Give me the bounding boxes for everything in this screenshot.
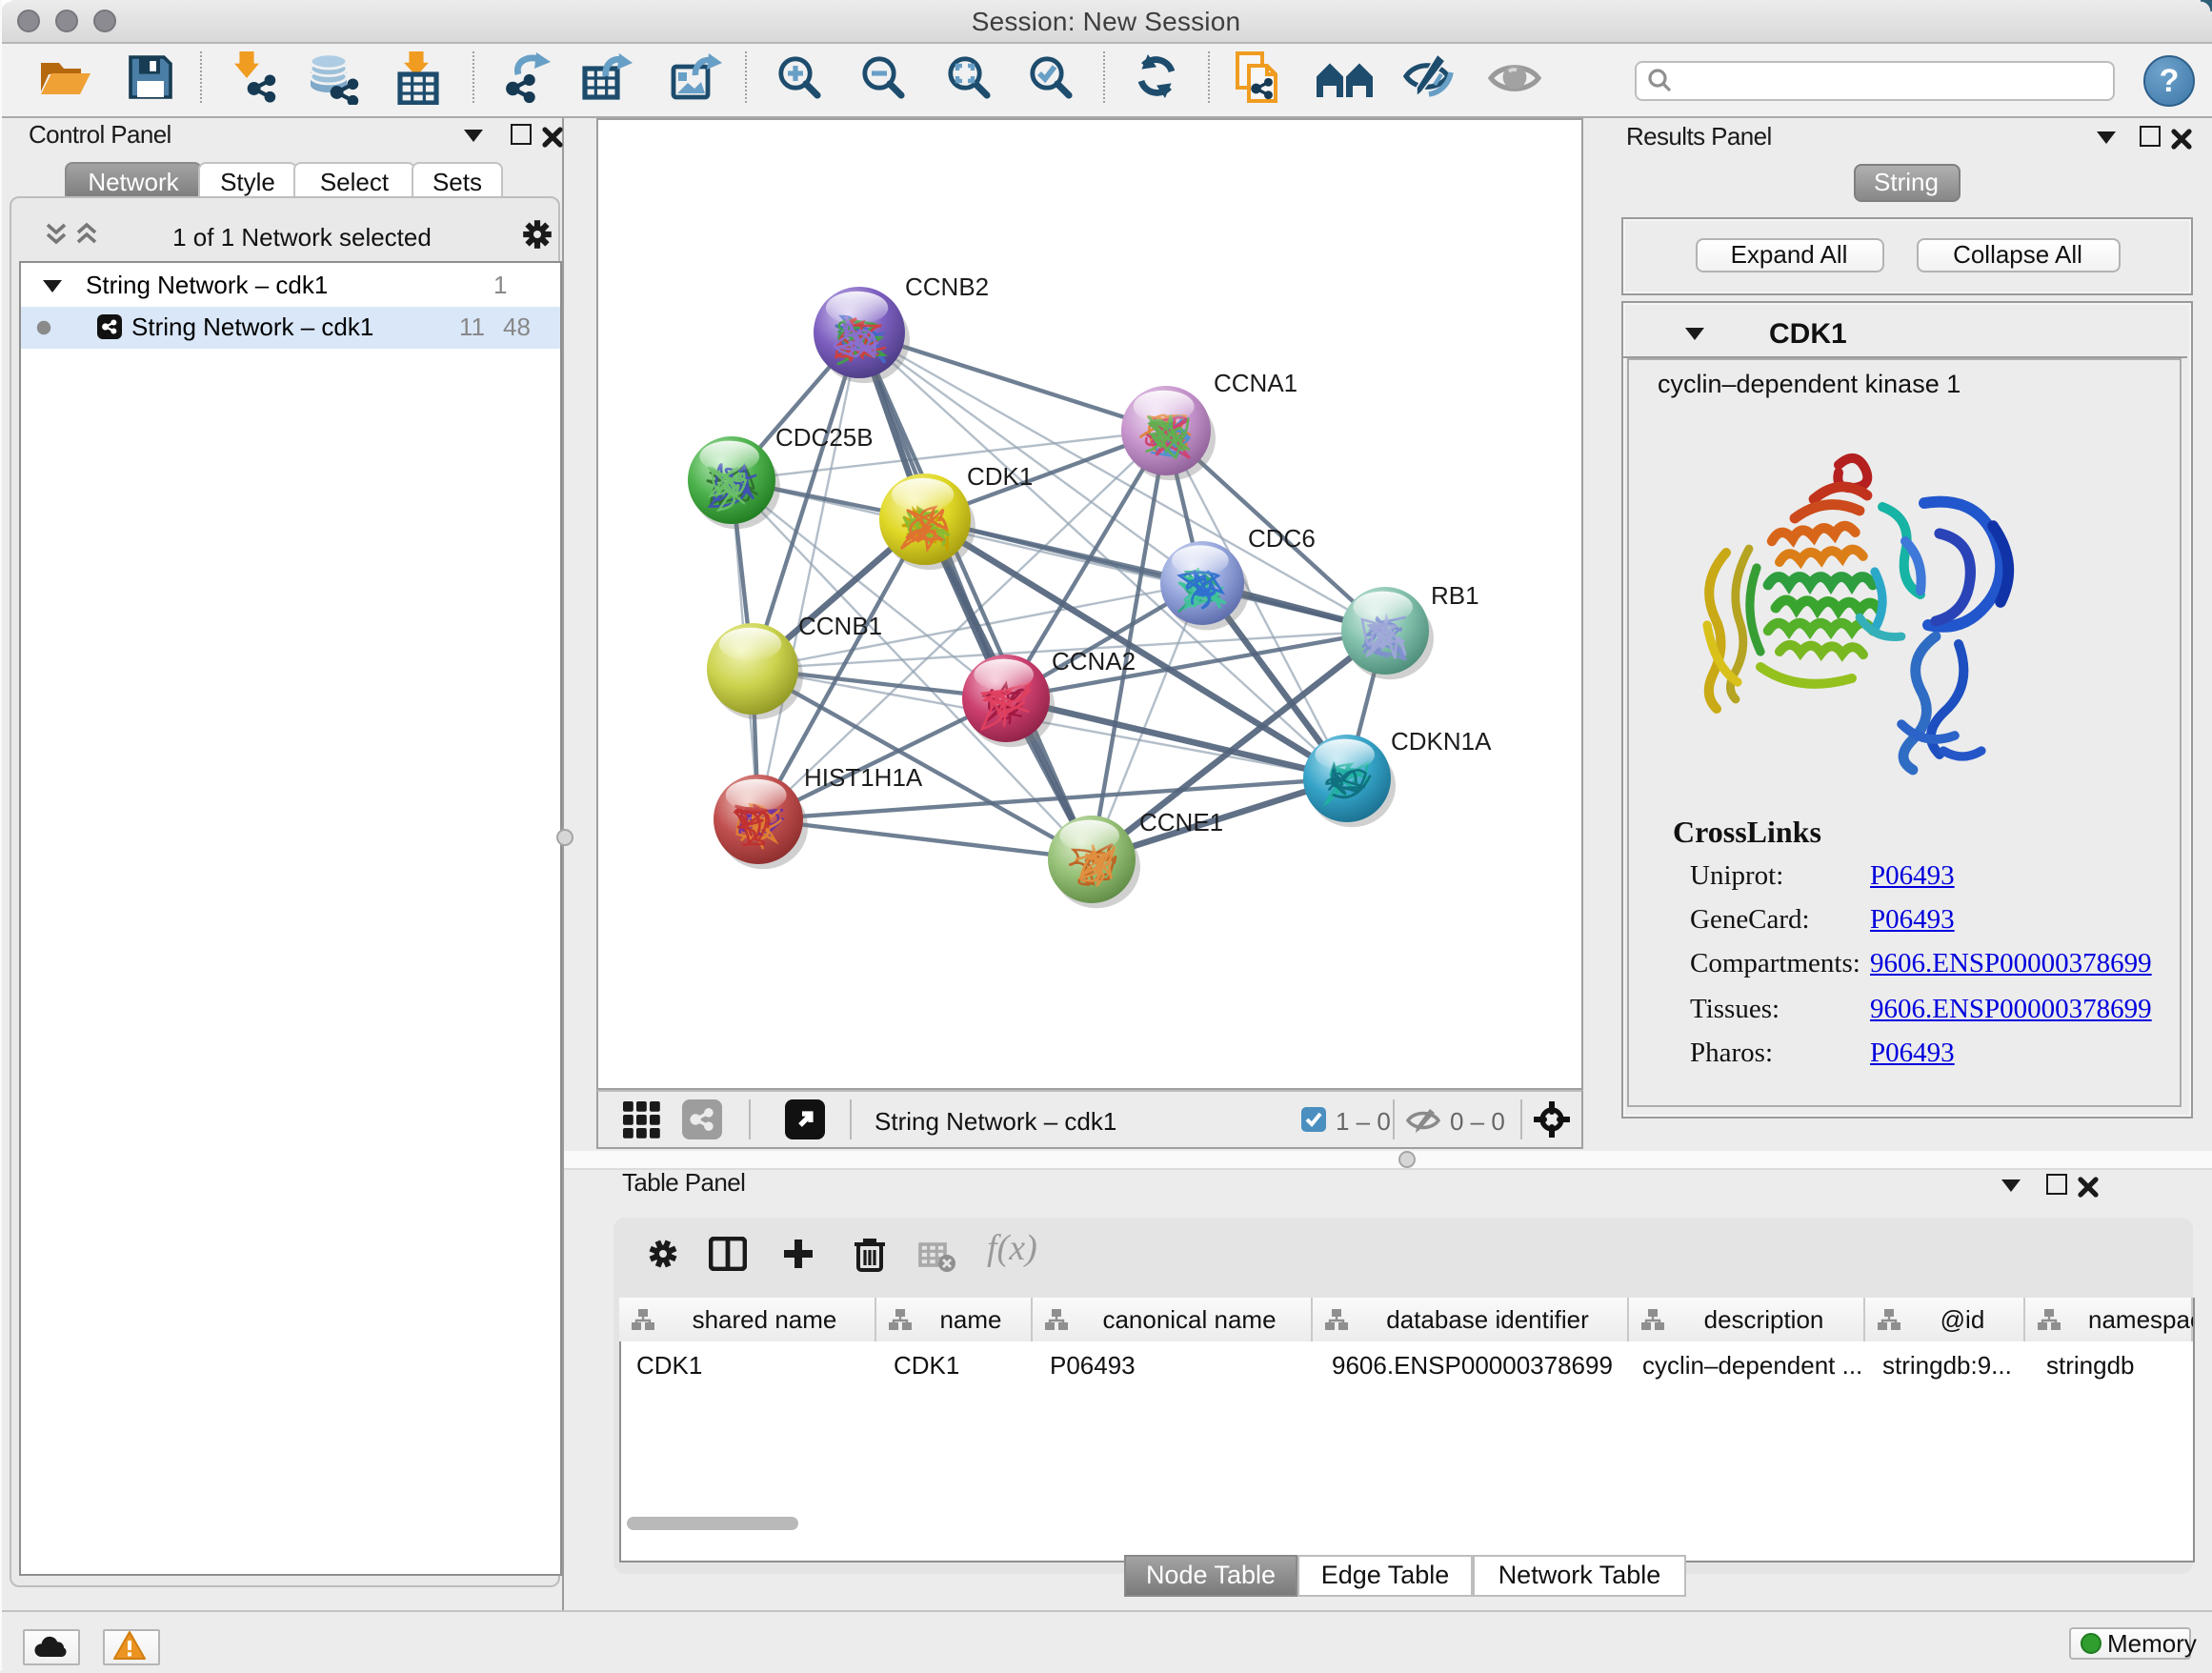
svg-text:CCNA2: CCNA2 bbox=[1052, 647, 1136, 675]
svg-text:CDC25B: CDC25B bbox=[775, 423, 874, 452]
svg-text:CDK1: CDK1 bbox=[967, 462, 1033, 491]
svg-text:CCNB2: CCNB2 bbox=[905, 272, 989, 301]
svg-text:CDKN1A: CDKN1A bbox=[1391, 727, 1492, 756]
svg-text:CCNB1: CCNB1 bbox=[798, 612, 882, 640]
svg-text:CCNE1: CCNE1 bbox=[1139, 808, 1223, 836]
svg-text:CDC6: CDC6 bbox=[1248, 524, 1316, 553]
svg-text:CCNA1: CCNA1 bbox=[1214, 369, 1297, 397]
svg-text:HIST1H1A: HIST1H1A bbox=[804, 763, 923, 792]
svg-text:RB1: RB1 bbox=[1431, 581, 1479, 610]
